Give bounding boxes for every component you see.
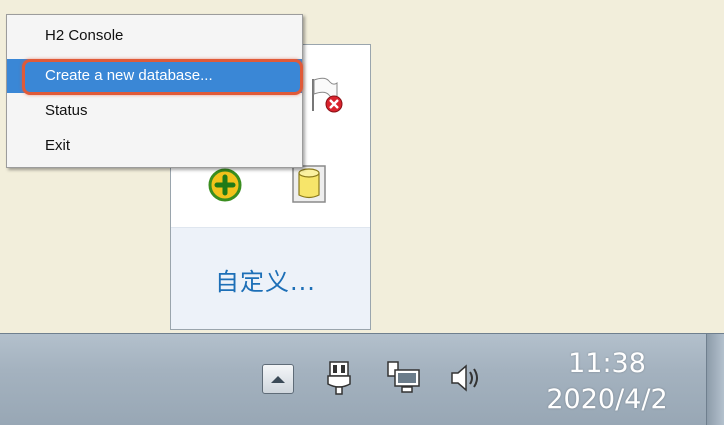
menu-item-label: Exit	[45, 137, 71, 154]
database-icon[interactable]	[291, 164, 327, 204]
taskbar: 11:38 2020/4/2	[0, 333, 724, 425]
show-hidden-icons-button[interactable]	[262, 364, 294, 394]
flag-warning-icon[interactable]	[307, 75, 343, 115]
add-icon[interactable]	[208, 168, 242, 202]
volume-icon[interactable]	[448, 360, 484, 396]
menu-item-status[interactable]: Status	[7, 94, 302, 128]
menu-item-label: Create a new database...	[45, 67, 213, 84]
network-icon[interactable]	[386, 360, 422, 396]
overflow-panel-footer: 自定义...	[171, 227, 370, 329]
menu-item-h2-console[interactable]: H2 Console	[7, 19, 302, 53]
menu-item-create-database[interactable]: Create a new database...	[7, 59, 302, 93]
power-icon[interactable]	[324, 360, 354, 396]
clock-date: 2020/4/2	[546, 384, 668, 415]
menu-item-exit[interactable]: Exit	[7, 129, 302, 163]
chevron-up-icon	[271, 376, 285, 383]
customize-link[interactable]: 自定义...	[215, 262, 316, 297]
menu-item-label: H2 Console	[45, 27, 124, 44]
clock-time: 11:38	[568, 348, 646, 379]
context-menu: H2 Console Create a new database... Stat…	[6, 14, 303, 168]
menu-item-label: Status	[45, 102, 88, 119]
show-desktop-button[interactable]	[706, 334, 724, 425]
system-clock[interactable]: 11:38 2020/4/2	[532, 346, 682, 418]
